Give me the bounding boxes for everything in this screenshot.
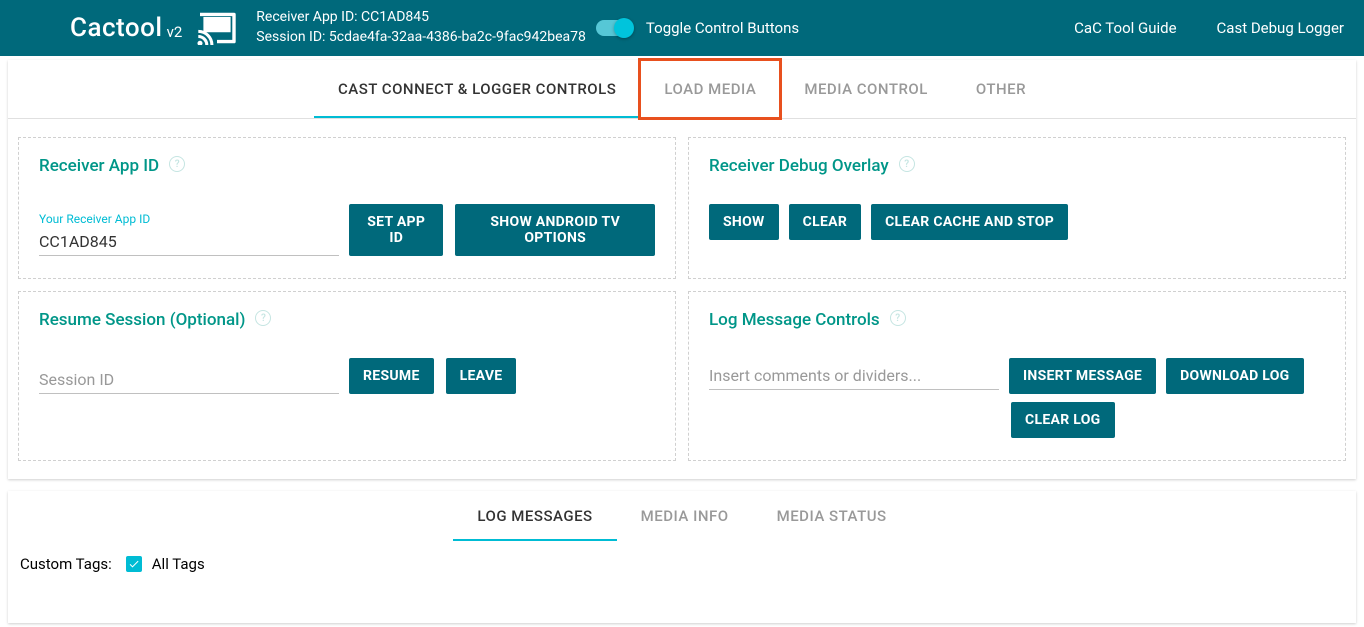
panel-title: Receiver Debug Overlay — [709, 156, 889, 176]
tab-cast-connect[interactable]: CAST CONNECT & LOGGER CONTROLS — [314, 60, 640, 118]
help-icon[interactable]: ? — [255, 310, 271, 326]
logo-version: v2 — [167, 23, 183, 41]
tab-load-media[interactable]: LOAD MEDIA — [640, 60, 780, 118]
panel-title: Log Message Controls — [709, 310, 880, 330]
session-id-value: 5cdae4fa-32aa-4386-ba2c-9fac942bea78 — [329, 29, 586, 45]
cac-tool-guide-link[interactable]: CaC Tool Guide — [1074, 19, 1176, 37]
help-icon[interactable]: ? — [169, 156, 185, 172]
tab-content: Receiver App ID ? Your Receiver App ID S… — [8, 119, 1356, 479]
tab-media-status[interactable]: MEDIA STATUS — [753, 491, 911, 541]
log-tabs: LOG MESSAGES MEDIA INFO MEDIA STATUS — [8, 491, 1356, 541]
leave-button[interactable]: LEAVE — [446, 358, 517, 394]
toggle-control-buttons[interactable] — [596, 20, 632, 36]
app-header: Cactool v2 Receiver App ID: CC1AD845 Ses… — [0, 0, 1364, 56]
custom-tags-label: Custom Tags: — [20, 555, 112, 573]
session-info: Receiver App ID: CC1AD845 Session ID: 5c… — [256, 8, 586, 47]
main-tabs: CAST CONNECT & LOGGER CONTROLS LOAD MEDI… — [8, 60, 1356, 119]
logo-text: Cactool — [70, 13, 163, 43]
receiver-id-value: CC1AD845 — [361, 9, 429, 25]
toggle-control-buttons-section: Toggle Control Buttons — [596, 19, 799, 37]
receiver-app-id-panel: Receiver App ID ? Your Receiver App ID S… — [18, 137, 676, 279]
log-card: LOG MESSAGES MEDIA INFO MEDIA STATUS Cus… — [8, 491, 1356, 623]
help-icon[interactable]: ? — [899, 156, 915, 172]
receiver-debug-overlay-panel: Receiver Debug Overlay ? SHOW CLEAR CLEA… — [688, 137, 1346, 279]
session-id-input[interactable] — [39, 366, 339, 394]
set-app-id-button[interactable]: SET APP ID — [349, 204, 443, 256]
log-comment-input[interactable] — [709, 362, 999, 390]
all-tags-checkbox[interactable] — [126, 556, 142, 572]
show-android-tv-options-button[interactable]: SHOW ANDROID TV OPTIONS — [455, 204, 655, 256]
toggle-label: Toggle Control Buttons — [646, 19, 799, 37]
session-id-label: Session ID: — [256, 29, 325, 45]
log-message-controls-panel: Log Message Controls ? INSERT MESSAGE DO… — [688, 291, 1346, 461]
tab-media-control[interactable]: MEDIA CONTROL — [780, 60, 952, 118]
cast-icon — [196, 11, 238, 45]
resume-button[interactable]: RESUME — [349, 358, 434, 394]
panel-title: Resume Session (Optional) — [39, 310, 245, 330]
custom-tags-row: Custom Tags: All Tags — [8, 541, 1356, 623]
tab-log-messages[interactable]: LOG MESSAGES — [453, 491, 616, 541]
help-icon[interactable]: ? — [890, 310, 906, 326]
resume-session-panel: Resume Session (Optional) ? RESUME LEAVE — [18, 291, 676, 461]
clear-button[interactable]: CLEAR — [789, 204, 861, 240]
receiver-id-label: Receiver App ID: — [256, 9, 357, 25]
download-log-button[interactable]: DOWNLOAD LOG — [1166, 358, 1303, 394]
insert-message-button[interactable]: INSERT MESSAGE — [1009, 358, 1156, 394]
app-logo: Cactool v2 — [70, 11, 238, 45]
clear-log-button[interactable]: CLEAR LOG — [1011, 402, 1115, 438]
all-tags-label: All Tags — [152, 555, 205, 573]
panel-title: Receiver App ID — [39, 156, 159, 176]
clear-cache-stop-button[interactable]: CLEAR CACHE AND STOP — [871, 204, 1068, 240]
tab-media-info[interactable]: MEDIA INFO — [617, 491, 753, 541]
app-id-input-label: Your Receiver App ID — [39, 212, 339, 226]
show-button[interactable]: SHOW — [709, 204, 779, 240]
app-id-input[interactable] — [39, 228, 339, 256]
main-controls-card: CAST CONNECT & LOGGER CONTROLS LOAD MEDI… — [8, 60, 1356, 479]
cast-debug-logger-link[interactable]: Cast Debug Logger — [1217, 19, 1344, 37]
tab-other[interactable]: OTHER — [952, 60, 1050, 118]
